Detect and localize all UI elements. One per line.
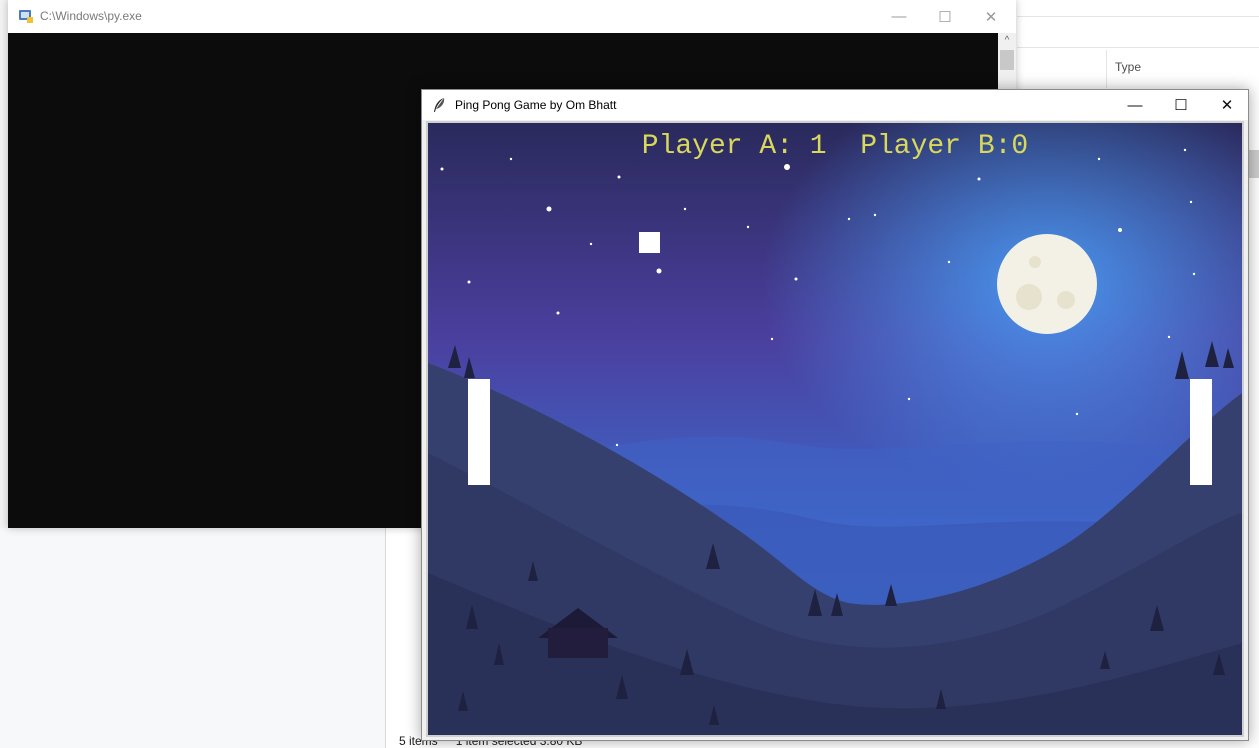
maximize-button[interactable]: ☐	[922, 0, 968, 33]
ball	[639, 232, 660, 253]
scoreboard: Player A: 1 Player B:0	[641, 131, 1029, 162]
console-scroll-thumb[interactable]	[1000, 50, 1014, 70]
maximize-button[interactable]: ☐	[1158, 90, 1204, 120]
explorer-navigation-pane	[0, 528, 385, 748]
paddle-player-a	[468, 379, 490, 485]
scroll-up-arrow-icon[interactable]: ^	[998, 33, 1016, 49]
game-window[interactable]: Ping Pong Game by Om Bhatt — ☐ ✕ Player …	[421, 89, 1249, 741]
python-launcher-icon	[19, 10, 33, 23]
night-mountain-background	[428, 123, 1242, 735]
game-title-bar[interactable]: Ping Pong Game by Om Bhatt — ☐ ✕	[422, 90, 1248, 120]
console-title: C:\Windows\py.exe	[40, 9, 142, 23]
explorer-scrollbar[interactable]	[1248, 150, 1259, 178]
feather-icon	[434, 98, 445, 112]
paddle-player-b	[1190, 379, 1212, 485]
minimize-button[interactable]: —	[1112, 90, 1158, 120]
column-header-type[interactable]: Type	[1115, 60, 1141, 74]
minimize-button[interactable]: —	[876, 0, 922, 33]
game-canvas[interactable]: Player A: 1 Player B:0	[426, 121, 1244, 737]
column-divider[interactable]	[1106, 50, 1107, 88]
moon	[997, 234, 1097, 334]
explorer-divider	[1017, 16, 1259, 17]
close-button[interactable]: ✕	[968, 0, 1014, 33]
console-title-bar[interactable]: C:\Windows\py.exe — ☐ ✕	[8, 0, 1016, 33]
close-button[interactable]: ✕	[1204, 90, 1250, 120]
game-title: Ping Pong Game by Om Bhatt	[455, 98, 617, 112]
